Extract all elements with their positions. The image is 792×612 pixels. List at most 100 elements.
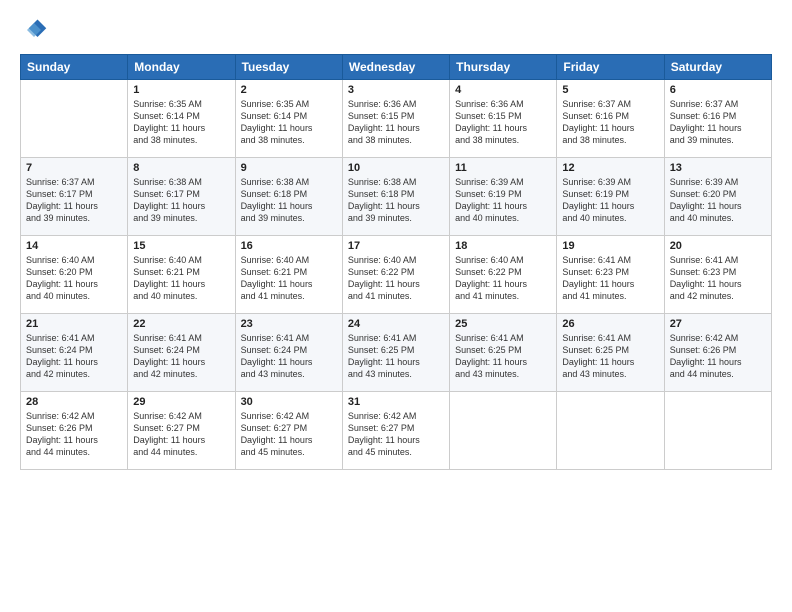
day-info: Sunrise: 6:39 AM Sunset: 6:19 PM Dayligh… (562, 176, 658, 225)
day-info: Sunrise: 6:42 AM Sunset: 6:26 PM Dayligh… (670, 332, 766, 381)
calendar-cell: 13 Sunrise: 6:39 AM Sunset: 6:20 PM Dayli… (664, 158, 771, 236)
calendar-cell (664, 392, 771, 470)
day-number: 19 (562, 240, 658, 252)
calendar-cell: 4 Sunrise: 6:36 AM Sunset: 6:15 PM Daylig… (450, 80, 557, 158)
day-number: 4 (455, 84, 551, 96)
day-info: Sunrise: 6:42 AM Sunset: 6:26 PM Dayligh… (26, 410, 122, 459)
calendar-cell: 18Sunrise: 6:40 AM Sunset: 6:22 PM Dayli… (450, 236, 557, 314)
calendar-cell: 6Sunrise: 6:37 AM Sunset: 6:16 PM Daylig… (664, 80, 771, 158)
weekday-header-wednesday: Wednesday (342, 55, 449, 80)
day-number: 28 (26, 396, 122, 408)
day-number: 2 (241, 84, 337, 96)
day-number: 22 (133, 318, 229, 330)
calendar-cell: 20 Sunrise: 6:41 AM Sunset: 6:23 PM Dayli… (664, 236, 771, 314)
day-number: 29 (133, 396, 229, 408)
weekday-header-monday: Monday (128, 55, 235, 80)
calendar-week-row: 14 Sunrise: 6:40 AM Sunset: 6:20 PM Dayli… (21, 236, 772, 314)
day-number: 15 (133, 240, 229, 252)
calendar-cell: 19 Sunrise: 6:41 AM Sunset: 6:23 PM Dayli… (557, 236, 664, 314)
calendar-cell: 22 Sunrise: 6:41 AM Sunset: 6:24 PM Dayli… (128, 314, 235, 392)
page: SundayMondayTuesdayWednesdayThursdayFrid… (0, 0, 792, 612)
day-info: Sunrise: 6:41 AM Sunset: 6:25 PM Dayligh… (455, 332, 551, 381)
day-info: Sunrise: 6:40 AM Sunset: 6:20 PM Dayligh… (26, 254, 122, 303)
day-info: Sunrise: 6:39 AM Sunset: 6:19 PM Dayligh… (455, 176, 551, 225)
calendar-cell: 16Sunrise: 6:40 AM Sunset: 6:21 PM Dayli… (235, 236, 342, 314)
calendar-cell: 9 Sunrise: 6:38 AM Sunset: 6:18 PM Daylig… (235, 158, 342, 236)
day-info: Sunrise: 6:38 AM Sunset: 6:18 PM Dayligh… (348, 176, 444, 225)
calendar-table: SundayMondayTuesdayWednesdayThursdayFrid… (20, 54, 772, 470)
calendar-week-row: 21 Sunrise: 6:41 AM Sunset: 6:24 PM Dayli… (21, 314, 772, 392)
day-number: 21 (26, 318, 122, 330)
header (20, 16, 772, 44)
day-number: 18 (455, 240, 551, 252)
day-number: 20 (670, 240, 766, 252)
calendar-cell (450, 392, 557, 470)
day-number: 5 (562, 84, 658, 96)
day-number: 9 (241, 162, 337, 174)
day-number: 11 (455, 162, 551, 174)
day-info: Sunrise: 6:35 AM Sunset: 6:14 PM Dayligh… (133, 98, 229, 147)
calendar-cell: 21 Sunrise: 6:41 AM Sunset: 6:24 PM Dayli… (21, 314, 128, 392)
calendar-cell: 25 Sunrise: 6:41 AM Sunset: 6:25 PM Dayli… (450, 314, 557, 392)
day-info: Sunrise: 6:36 AM Sunset: 6:15 PM Dayligh… (455, 98, 551, 147)
day-info: Sunrise: 6:40 AM Sunset: 6:21 PM Dayligh… (241, 254, 337, 303)
calendar-cell: 1 Sunrise: 6:35 AM Sunset: 6:14 PM Daylig… (128, 80, 235, 158)
day-info: Sunrise: 6:41 AM Sunset: 6:24 PM Dayligh… (26, 332, 122, 381)
calendar-cell: 26 Sunrise: 6:41 AM Sunset: 6:25 PM Dayli… (557, 314, 664, 392)
calendar-cell: 29 Sunrise: 6:42 AM Sunset: 6:27 PM Dayli… (128, 392, 235, 470)
day-info: Sunrise: 6:35 AM Sunset: 6:14 PM Dayligh… (241, 98, 337, 147)
calendar-week-row: 28 Sunrise: 6:42 AM Sunset: 6:26 PM Dayli… (21, 392, 772, 470)
calendar-cell: 27Sunrise: 6:42 AM Sunset: 6:26 PM Dayli… (664, 314, 771, 392)
day-number: 23 (241, 318, 337, 330)
day-info: Sunrise: 6:39 AM Sunset: 6:20 PM Dayligh… (670, 176, 766, 225)
day-info: Sunrise: 6:41 AM Sunset: 6:25 PM Dayligh… (348, 332, 444, 381)
calendar-cell: 31Sunrise: 6:42 AM Sunset: 6:27 PM Dayli… (342, 392, 449, 470)
day-info: Sunrise: 6:37 AM Sunset: 6:16 PM Dayligh… (562, 98, 658, 147)
calendar-cell: 2 Sunrise: 6:35 AM Sunset: 6:14 PM Daylig… (235, 80, 342, 158)
day-info: Sunrise: 6:40 AM Sunset: 6:21 PM Dayligh… (133, 254, 229, 303)
logo-icon (20, 16, 48, 44)
day-number: 13 (670, 162, 766, 174)
day-number: 14 (26, 240, 122, 252)
calendar-cell: 14 Sunrise: 6:40 AM Sunset: 6:20 PM Dayli… (21, 236, 128, 314)
day-info: Sunrise: 6:40 AM Sunset: 6:22 PM Dayligh… (348, 254, 444, 303)
calendar-cell: 23 Sunrise: 6:41 AM Sunset: 6:24 PM Dayli… (235, 314, 342, 392)
day-number: 25 (455, 318, 551, 330)
calendar-cell: 17 Sunrise: 6:40 AM Sunset: 6:22 PM Dayli… (342, 236, 449, 314)
calendar-cell: 24 Sunrise: 6:41 AM Sunset: 6:25 PM Dayli… (342, 314, 449, 392)
logo (20, 16, 52, 44)
day-number: 24 (348, 318, 444, 330)
day-number: 31 (348, 396, 444, 408)
calendar-week-row: 1 Sunrise: 6:35 AM Sunset: 6:14 PM Daylig… (21, 80, 772, 158)
calendar-cell: 11 Sunrise: 6:39 AM Sunset: 6:19 PM Dayli… (450, 158, 557, 236)
weekday-header-sunday: Sunday (21, 55, 128, 80)
weekday-header-tuesday: Tuesday (235, 55, 342, 80)
day-info: Sunrise: 6:42 AM Sunset: 6:27 PM Dayligh… (133, 410, 229, 459)
day-number: 8 (133, 162, 229, 174)
day-info: Sunrise: 6:41 AM Sunset: 6:23 PM Dayligh… (562, 254, 658, 303)
day-info: Sunrise: 6:41 AM Sunset: 6:23 PM Dayligh… (670, 254, 766, 303)
day-number: 26 (562, 318, 658, 330)
weekday-header-row: SundayMondayTuesdayWednesdayThursdayFrid… (21, 55, 772, 80)
day-info: Sunrise: 6:42 AM Sunset: 6:27 PM Dayligh… (241, 410, 337, 459)
calendar-cell: 28 Sunrise: 6:42 AM Sunset: 6:26 PM Dayli… (21, 392, 128, 470)
day-number: 3 (348, 84, 444, 96)
calendar-cell: 30 Sunrise: 6:42 AM Sunset: 6:27 PM Dayli… (235, 392, 342, 470)
day-info: Sunrise: 6:41 AM Sunset: 6:24 PM Dayligh… (241, 332, 337, 381)
calendar-cell: 12Sunrise: 6:39 AM Sunset: 6:19 PM Dayli… (557, 158, 664, 236)
calendar-cell: 3Sunrise: 6:36 AM Sunset: 6:15 PM Daylig… (342, 80, 449, 158)
day-number: 1 (133, 84, 229, 96)
calendar-cell: 5 Sunrise: 6:37 AM Sunset: 6:16 PM Daylig… (557, 80, 664, 158)
day-number: 7 (26, 162, 122, 174)
day-info: Sunrise: 6:38 AM Sunset: 6:18 PM Dayligh… (241, 176, 337, 225)
day-number: 17 (348, 240, 444, 252)
calendar-cell: 7Sunrise: 6:37 AM Sunset: 6:17 PM Daylig… (21, 158, 128, 236)
day-info: Sunrise: 6:38 AM Sunset: 6:17 PM Dayligh… (133, 176, 229, 225)
day-number: 10 (348, 162, 444, 174)
calendar-cell: 10 Sunrise: 6:38 AM Sunset: 6:18 PM Dayli… (342, 158, 449, 236)
day-info: Sunrise: 6:41 AM Sunset: 6:25 PM Dayligh… (562, 332, 658, 381)
day-number: 30 (241, 396, 337, 408)
day-number: 6 (670, 84, 766, 96)
calendar-week-row: 7Sunrise: 6:37 AM Sunset: 6:17 PM Daylig… (21, 158, 772, 236)
day-info: Sunrise: 6:41 AM Sunset: 6:24 PM Dayligh… (133, 332, 229, 381)
